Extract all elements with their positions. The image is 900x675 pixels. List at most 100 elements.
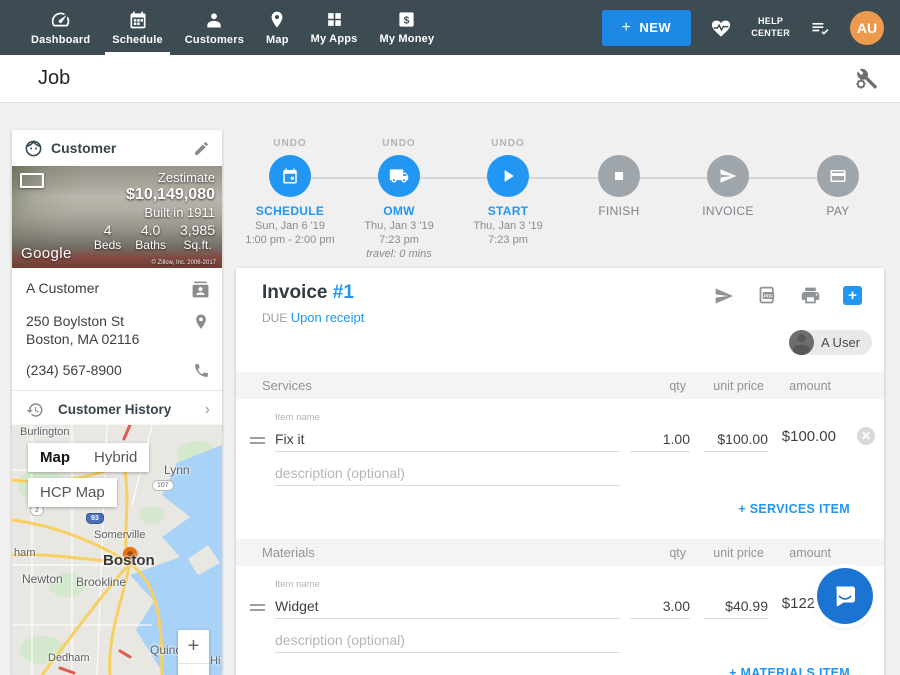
map-zoom-in-button[interactable]: + bbox=[178, 630, 209, 663]
customer-phone-row: (234) 567-8900 bbox=[12, 354, 222, 386]
job-tools-icon[interactable] bbox=[854, 67, 878, 91]
qty-column-header: qty bbox=[669, 379, 686, 393]
page-title: Job bbox=[38, 67, 70, 90]
app-screen: Dashboard Schedule Customers Map bbox=[0, 0, 900, 675]
service-qty-input[interactable] bbox=[630, 426, 690, 452]
send-step-icon[interactable] bbox=[707, 155, 749, 197]
streetview-frame-icon bbox=[20, 173, 44, 188]
assignee-avatar-icon bbox=[789, 330, 814, 355]
print-icon[interactable] bbox=[800, 285, 821, 306]
chevron-right-icon: › bbox=[205, 401, 210, 419]
send-invoice-icon[interactable] bbox=[713, 286, 735, 306]
location-pin-icon[interactable] bbox=[192, 313, 210, 331]
dashboard-icon bbox=[50, 9, 71, 30]
customer-history-label: Customer History bbox=[58, 402, 171, 417]
pdf-icon[interactable]: PDF bbox=[757, 285, 778, 306]
undo-button[interactable]: UNDO bbox=[337, 138, 461, 152]
nav-label: Customers bbox=[185, 34, 244, 46]
map-label-brookline: Brookline bbox=[76, 575, 126, 589]
play-step-icon[interactable] bbox=[487, 155, 529, 197]
timeline-step-finish: FINISH bbox=[557, 138, 681, 218]
amount-column-header: amount bbox=[789, 546, 831, 560]
material-qty-input[interactable] bbox=[630, 593, 690, 619]
assignee-chip[interactable]: A User bbox=[789, 330, 872, 355]
property-photo[interactable]: Zestimate $10,149,080 Built in 1911 4Bed… bbox=[12, 166, 222, 268]
unit-price-column-header: unit price bbox=[713, 379, 764, 393]
route-107-shield: 107 bbox=[152, 480, 174, 491]
add-materials-item-link[interactable]: + MATERIALS ITEM bbox=[729, 666, 850, 675]
money-icon: $ bbox=[397, 10, 416, 29]
nav-item-dashboard[interactable]: Dashboard bbox=[20, 0, 101, 55]
drag-handle[interactable] bbox=[250, 601, 265, 614]
timeline-step-schedule: UNDO SCHEDULE Sun, Jan 6 '19 1:00 pm - 2… bbox=[228, 138, 352, 246]
invoice-number: #1 bbox=[333, 282, 354, 303]
qty-column-header: qty bbox=[669, 546, 686, 560]
map-type-hybrid-button[interactable]: Hybrid bbox=[82, 443, 149, 472]
customers-icon bbox=[204, 10, 224, 30]
nav-label: My Money bbox=[380, 33, 435, 45]
contact-card-icon[interactable] bbox=[191, 280, 210, 299]
timeline-step-omw: UNDO OMW Thu, Jan 3 '19 7:23 pm travel: … bbox=[337, 138, 461, 260]
health-heart-icon[interactable] bbox=[709, 17, 733, 39]
add-invoice-button[interactable]: + bbox=[843, 286, 862, 305]
undo-button[interactable]: UNDO bbox=[446, 138, 570, 152]
apps-grid-icon bbox=[325, 10, 344, 29]
map-label-hi: Hi bbox=[210, 655, 220, 667]
material-description-input[interactable] bbox=[275, 627, 620, 653]
stop-step-icon[interactable] bbox=[598, 155, 640, 197]
edit-pencil-icon[interactable] bbox=[193, 140, 210, 157]
nav-item-schedule[interactable]: Schedule bbox=[101, 0, 174, 55]
top-navbar: Dashboard Schedule Customers Map bbox=[0, 0, 900, 55]
hcp-map-button[interactable]: HCP Map bbox=[28, 478, 117, 507]
page-header: Job bbox=[0, 55, 900, 103]
help-center-button[interactable]: HELP CENTER bbox=[751, 16, 790, 39]
zillow-copyright: © Zillow, Inc. 2006-2017 bbox=[152, 260, 216, 266]
nav-item-map[interactable]: Map bbox=[255, 0, 300, 55]
drag-handle[interactable] bbox=[250, 434, 265, 447]
nav-item-customers[interactable]: Customers bbox=[174, 0, 255, 55]
customer-card-title: Customer bbox=[51, 140, 116, 156]
add-services-item-link[interactable]: + SERVICES ITEM bbox=[738, 502, 850, 516]
new-button[interactable]: + NEW bbox=[602, 10, 692, 46]
nav-item-my-apps[interactable]: My Apps bbox=[300, 0, 369, 55]
user-avatar[interactable]: AU bbox=[850, 11, 884, 45]
map-widget[interactable]: Burlington Lynn Somerville Boston ham Ne… bbox=[12, 425, 222, 675]
map-pin-icon bbox=[267, 10, 287, 30]
map-type-map-button[interactable]: Map bbox=[28, 443, 82, 472]
nav-label: Dashboard bbox=[31, 34, 90, 46]
invoice-title: Invoice #1 bbox=[262, 282, 354, 304]
map-zoom-out-button[interactable]: − bbox=[178, 664, 209, 675]
map-label-newton: Newton bbox=[22, 572, 63, 586]
built-year: Built in 1911 bbox=[94, 205, 215, 220]
map-type-control: Map Hybrid bbox=[28, 443, 149, 472]
nav-items: Dashboard Schedule Customers Map bbox=[0, 0, 445, 55]
nav-item-my-money[interactable]: $ My Money bbox=[369, 0, 446, 55]
schedule-icon bbox=[128, 10, 148, 30]
section-name: Services bbox=[262, 378, 312, 393]
services-section-header: Services qty unit price amount bbox=[236, 372, 884, 399]
invoice-card: Invoice #1 DUE Upon receipt PDF + A User bbox=[236, 268, 884, 675]
phone-icon[interactable] bbox=[193, 362, 210, 379]
svg-text:$: $ bbox=[404, 15, 410, 26]
service-description-input[interactable] bbox=[275, 460, 620, 486]
zestimate-overlay: Zestimate $10,149,080 Built in 1911 4Bed… bbox=[12, 166, 222, 268]
schedule-step-icon[interactable] bbox=[269, 155, 311, 197]
chat-messenger-button[interactable] bbox=[817, 568, 873, 624]
material-item-name-input[interactable] bbox=[275, 593, 620, 619]
due-terms-link[interactable]: Upon receipt bbox=[291, 310, 365, 325]
undo-button[interactable]: UNDO bbox=[228, 138, 352, 152]
invoice-actions: PDF + bbox=[713, 285, 862, 306]
credit-card-step-icon[interactable] bbox=[817, 155, 859, 197]
playlist-check-icon[interactable] bbox=[808, 18, 832, 38]
nav-label: Map bbox=[266, 34, 289, 46]
map-label-somerville: Somerville bbox=[94, 529, 145, 541]
customer-history-button[interactable]: Customer History › bbox=[12, 391, 222, 430]
truck-step-icon[interactable] bbox=[378, 155, 420, 197]
timeline-step-invoice: INVOICE bbox=[666, 138, 790, 218]
service-item-name-input[interactable] bbox=[275, 426, 620, 452]
unit-price-column-header: unit price bbox=[713, 546, 764, 560]
i93-shield: 93 bbox=[86, 513, 104, 524]
delete-item-icon[interactable]: ✕ bbox=[857, 427, 875, 445]
service-amount: $100.00 bbox=[756, 428, 836, 445]
customer-phone: (234) 567-8900 bbox=[26, 362, 122, 380]
